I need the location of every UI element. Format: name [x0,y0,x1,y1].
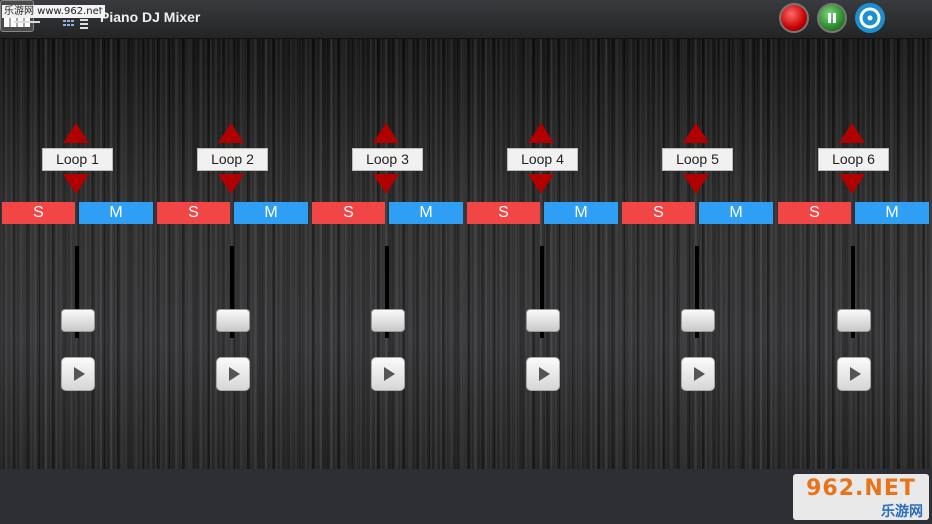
loop-label[interactable]: Loop 1 [42,148,113,171]
top-bar: 乐游网 www.962.net Piano DJ Mixer [0,0,932,39]
loop-label[interactable]: Loop 6 [818,148,889,171]
play-icon[interactable] [61,357,95,391]
disc-icon[interactable] [855,3,885,33]
arrow-down-icon[interactable] [839,174,865,194]
play-icon[interactable] [371,357,405,391]
volume-fader-knob[interactable] [526,309,560,332]
loop-label[interactable]: Loop 3 [352,148,423,171]
arrow-down-icon[interactable] [373,174,399,194]
arrow-up-icon[interactable] [218,123,244,143]
loop-label[interactable]: Loop 5 [662,148,733,171]
solo-button[interactable]: S [157,202,230,224]
loop-label[interactable]: Loop 2 [197,148,268,171]
mute-button[interactable]: M [855,202,929,224]
watermark-site: 962.NET [806,476,916,501]
arrow-down-icon[interactable] [683,174,709,194]
grid-list-icon[interactable] [63,17,89,29]
mute-button[interactable]: M [544,202,618,224]
mute-button[interactable]: M [699,202,773,224]
channel-4: Loop 4 S M [465,39,620,469]
watermark-top-left: 乐游网 www.962.net [2,5,105,18]
solo-button[interactable]: S [312,202,385,224]
mute-button[interactable]: M [234,202,308,224]
arrow-up-icon[interactable] [683,123,709,143]
channel-1: Loop 1 S M [0,39,155,469]
record-icon[interactable] [779,3,809,33]
channel-3: Loop 3 S M [310,39,465,469]
pause-icon[interactable] [817,3,847,33]
solo-button[interactable]: S [467,202,540,224]
mute-button[interactable]: M [389,202,463,224]
arrow-up-icon[interactable] [373,123,399,143]
volume-fader-knob[interactable] [681,309,715,332]
play-icon[interactable] [681,357,715,391]
arrow-down-icon[interactable] [218,174,244,194]
channel-5: Loop 5 S M [620,39,775,469]
solo-button[interactable]: S [2,202,75,224]
solo-button[interactable]: S [622,202,695,224]
volume-fader-knob[interactable] [61,309,95,332]
play-icon[interactable] [837,357,871,391]
solo-button[interactable]: S [778,202,851,224]
mute-button[interactable]: M [79,202,153,224]
channel-2: Loop 2 S M [155,39,310,469]
watermark-bottom-right: 962.NET 乐游网 [793,474,929,520]
watermark-site-name: 乐游网 [881,504,923,520]
arrow-up-icon[interactable] [528,123,554,143]
hamburger-icon[interactable] [14,21,40,23]
app-title: Piano DJ Mixer [100,9,201,25]
arrow-up-icon[interactable] [839,123,865,143]
loop-label[interactable]: Loop 4 [507,148,578,171]
arrow-down-icon[interactable] [63,174,89,194]
play-icon[interactable] [216,357,250,391]
volume-fader-knob[interactable] [837,309,871,332]
channel-6: Loop 6 S M [776,39,931,469]
arrow-down-icon[interactable] [528,174,554,194]
play-icon[interactable] [526,357,560,391]
volume-fader-knob[interactable] [371,309,405,332]
volume-fader-knob[interactable] [216,309,250,332]
arrow-up-icon[interactable] [63,123,89,143]
